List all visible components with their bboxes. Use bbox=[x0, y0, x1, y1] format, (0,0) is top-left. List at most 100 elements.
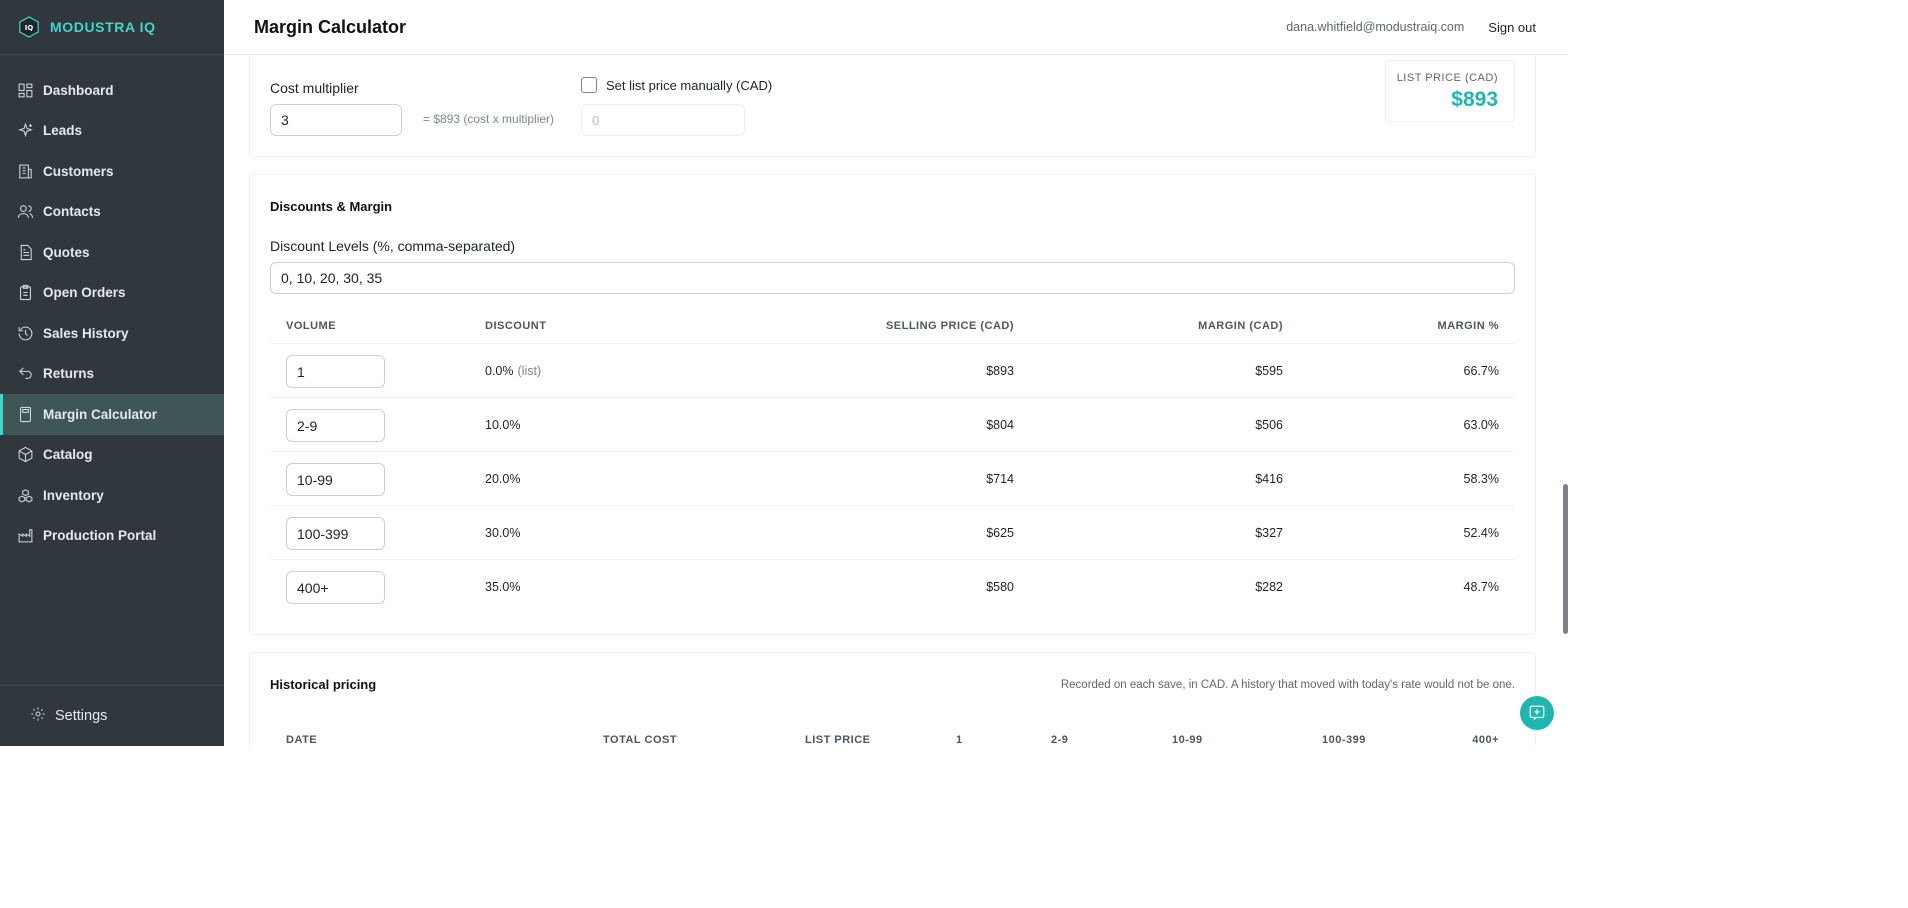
sidebar-item-label: Customers bbox=[43, 163, 114, 179]
scrollbar-thumb[interactable] bbox=[1563, 484, 1568, 634]
sign-out-button[interactable]: Sign out bbox=[1488, 20, 1536, 35]
sidebar-item-leads[interactable]: Leads bbox=[0, 111, 224, 152]
sidebar-item-label: Settings bbox=[55, 708, 108, 724]
margin-pct-cell: 58.3% bbox=[1463, 472, 1499, 486]
page-title: Margin Calculator bbox=[254, 16, 407, 37]
sidebar-item-quotes[interactable]: Quotes bbox=[0, 232, 224, 273]
discount-value: 30.0% bbox=[485, 526, 521, 540]
computed-price-hint: = $893 (cost x multiplier) bbox=[423, 112, 555, 126]
sidebar-item-settings[interactable]: Settings bbox=[0, 685, 224, 746]
top-header: Margin Calculator dana.whitfield@modustr… bbox=[224, 0, 1568, 55]
discount-cell: 0.0% (list) bbox=[485, 344, 541, 398]
margin-cell: $595 bbox=[1255, 364, 1283, 378]
sidebar-item-customers[interactable]: Customers bbox=[0, 151, 224, 192]
sidebar-item-inventory[interactable]: Inventory bbox=[0, 475, 224, 516]
cost-multiplier-label: Cost multiplier bbox=[270, 80, 359, 96]
margin-pct-cell: 63.0% bbox=[1463, 418, 1499, 432]
manual-price-checkbox[interactable] bbox=[581, 77, 597, 93]
manual-price-toggle[interactable]: Set list price manually (CAD) bbox=[581, 77, 772, 93]
list-price-value: $893 bbox=[1451, 88, 1498, 111]
margin-pct-cell: 66.7% bbox=[1463, 364, 1499, 378]
sidebar-item-open-orders[interactable]: Open Orders bbox=[0, 273, 224, 314]
manual-price-checkbox-label: Set list price manually (CAD) bbox=[606, 77, 773, 93]
sidebar-item-label: Quotes bbox=[43, 244, 90, 260]
sidebar-item-label: Contacts bbox=[43, 204, 101, 220]
history-column-date: DATE bbox=[286, 734, 318, 746]
column-header-selling-price: SELLING PRICE (CAD) bbox=[885, 320, 1014, 332]
volume-input[interactable]: 400+ bbox=[286, 571, 385, 604]
margin-cell: $506 bbox=[1255, 418, 1283, 432]
discount-cell: 35.0% bbox=[485, 560, 520, 614]
discount-levels-input[interactable]: 0, 10, 20, 30, 35 bbox=[270, 262, 1515, 294]
table-row: 10-99 20.0% $714 $416 58.3% bbox=[270, 451, 1515, 505]
sidebar-item-label: Production Portal bbox=[43, 528, 157, 544]
history-column-vol-2-9: 2-9 bbox=[1051, 734, 1069, 746]
table-row: 1 0.0% (list) $893 $595 66.7% bbox=[270, 343, 1515, 397]
history-column-list-price: LIST PRICE bbox=[805, 734, 871, 746]
dashboard-icon bbox=[17, 82, 34, 99]
sidebar-item-label: Dashboard bbox=[43, 82, 114, 98]
selling-price-cell: $580 bbox=[986, 580, 1014, 594]
svg-text:IQ: IQ bbox=[25, 24, 34, 32]
sidebar-item-production-portal[interactable]: Production Portal bbox=[0, 516, 224, 557]
users-icon bbox=[17, 203, 34, 220]
selling-price-cell: $804 bbox=[986, 418, 1014, 432]
table-row: 2-9 10.0% $804 $506 63.0% bbox=[270, 397, 1515, 451]
gear-icon bbox=[30, 706, 55, 726]
box-icon bbox=[17, 446, 34, 463]
history-column-vol-400-plus: 400+ bbox=[1472, 734, 1499, 746]
chat-button[interactable] bbox=[1520, 696, 1554, 730]
chat-plus-icon bbox=[1529, 705, 1545, 721]
column-header-margin-pct: MARGIN % bbox=[1437, 320, 1499, 332]
margin-cell: $282 bbox=[1255, 580, 1283, 594]
sidebar-item-label: Margin Calculator bbox=[43, 406, 158, 422]
history-column-vol-10-99: 10-99 bbox=[1172, 734, 1203, 746]
history-column-total-cost: TOTAL COST bbox=[603, 734, 678, 746]
sidebar-nav: Dashboard Leads Customers Contacts Quote… bbox=[0, 70, 224, 556]
margin-pct-cell: 52.4% bbox=[1463, 526, 1499, 540]
document-icon bbox=[17, 244, 34, 261]
discount-note: (list) bbox=[517, 364, 542, 378]
discount-cell: 30.0% bbox=[485, 506, 520, 560]
boxes-icon bbox=[17, 487, 34, 504]
factory-icon bbox=[17, 527, 34, 544]
sidebar-item-contacts[interactable]: Contacts bbox=[0, 192, 224, 233]
brand-name: MODUSTRA IQ bbox=[50, 19, 156, 35]
margin-pct-cell: 48.7% bbox=[1463, 580, 1499, 594]
volume-input[interactable]: 2-9 bbox=[286, 409, 385, 442]
sidebar-item-label: Sales History bbox=[43, 325, 129, 341]
history-section-title: Historical pricing bbox=[270, 677, 377, 692]
history-column-vol-1: 1 bbox=[956, 734, 963, 746]
volume-input[interactable]: 100-399 bbox=[286, 517, 385, 550]
brand-logo-icon: IQ bbox=[19, 16, 39, 38]
discount-value: 20.0% bbox=[485, 472, 521, 486]
brand[interactable]: IQ MODUSTRA IQ bbox=[0, 0, 224, 55]
margin-cell: $416 bbox=[1255, 472, 1283, 486]
undo-icon bbox=[17, 365, 34, 382]
sidebar-item-margin-calculator[interactable]: Margin Calculator bbox=[0, 394, 224, 435]
cost-multiplier-input[interactable]: 3 bbox=[270, 104, 402, 136]
discounts-card: Discounts & Margin Discount Levels (%, c… bbox=[249, 174, 1536, 635]
discount-cell: 20.0% bbox=[485, 452, 520, 506]
volume-input[interactable]: 10-99 bbox=[286, 463, 385, 496]
sidebar-item-returns[interactable]: Returns bbox=[0, 354, 224, 395]
history-card: Historical pricing Recorded on each save… bbox=[249, 652, 1536, 746]
column-header-volume: VOLUME bbox=[286, 320, 337, 332]
calculator-icon bbox=[17, 406, 34, 423]
sidebar-item-label: Open Orders bbox=[43, 285, 126, 301]
table-row: 100-399 30.0% $625 $327 52.4% bbox=[270, 505, 1515, 559]
sidebar-item-label: Leads bbox=[43, 123, 83, 139]
sidebar-item-sales-history[interactable]: Sales History bbox=[0, 313, 224, 354]
table-row: 400+ 35.0% $580 $282 48.7% bbox=[270, 559, 1515, 613]
sparkle-icon bbox=[17, 122, 34, 139]
discount-cell: 10.0% bbox=[485, 398, 520, 452]
clipboard-icon bbox=[17, 284, 34, 301]
discount-value: 10.0% bbox=[485, 418, 521, 432]
discount-levels-label: Discount Levels (%, comma-separated) bbox=[270, 238, 516, 254]
sidebar-item-dashboard[interactable]: Dashboard bbox=[0, 70, 224, 111]
discounts-section-title: Discounts & Margin bbox=[270, 199, 393, 214]
sidebar-item-catalog[interactable]: Catalog bbox=[0, 435, 224, 476]
manual-price-input[interactable]: 0 bbox=[581, 104, 745, 136]
volume-input[interactable]: 1 bbox=[286, 355, 385, 388]
page-scrollbar[interactable] bbox=[1562, 56, 1568, 746]
